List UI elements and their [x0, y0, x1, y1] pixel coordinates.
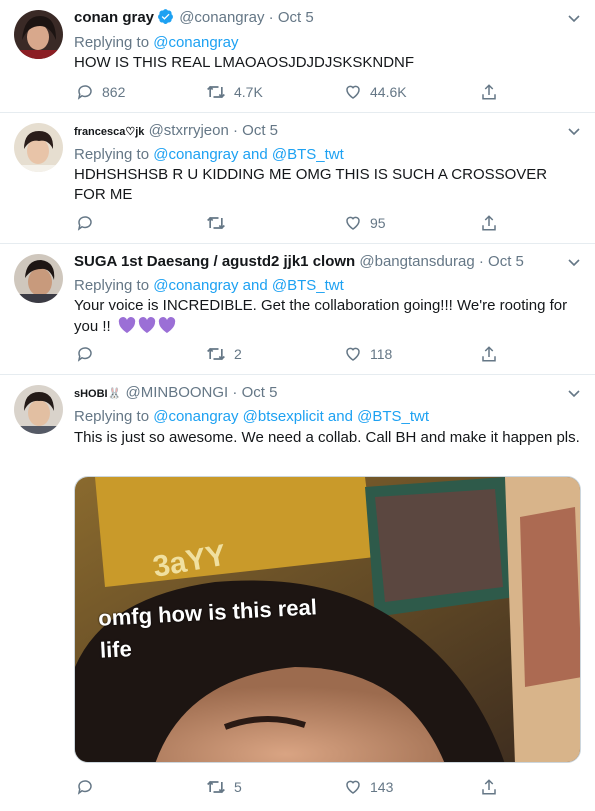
display-name[interactable]: francesca♡jk — [74, 126, 144, 138]
tweet-text: HDHSHSHSB R U KIDDING ME OMG THIS IS SUC… — [74, 166, 548, 203]
replying-to: Replying to @conangray — [74, 34, 239, 51]
tweet-text-container: Your voice is INCREDIBLE. Get the collab… — [74, 296, 581, 337]
avatar[interactable] — [14, 385, 63, 434]
replying-to: Replying to @conangray and @BTS_twt — [74, 277, 344, 294]
like-button[interactable]: 143 — [344, 777, 393, 797]
tweet-text: HOW IS THIS REAL LMAOAOSJDJDJSKSKNDNF — [74, 54, 415, 71]
share-icon — [482, 84, 496, 100]
reply-icon — [77, 85, 92, 100]
timestamp[interactable]: Oct 5 — [278, 9, 314, 26]
tweet-2[interactable]: francesca♡jk @stxrryjeon · Oct 5 Replyin… — [0, 113, 595, 244]
like-icon — [346, 85, 360, 99]
reply-button[interactable] — [76, 213, 102, 233]
reply-mentions[interactable]: @conangray @btsexplicit and @BTS_twt — [153, 408, 429, 425]
timestamp[interactable]: Oct 5 — [488, 253, 524, 270]
share-icon — [482, 215, 496, 231]
reply-count: 862 — [102, 84, 126, 100]
tweet-4[interactable]: sHOBI🐰 @MINBOONGI · Oct 5 Replying to @c… — [0, 375, 595, 811]
like-count: 95 — [370, 215, 386, 231]
caret-down-icon[interactable] — [567, 256, 581, 270]
reply-button[interactable] — [76, 344, 102, 364]
media-caption: omfg how is this real life — [97, 594, 318, 663]
reply-mentions[interactable]: @conangray and @BTS_twt — [153, 277, 344, 294]
action-bar: 862 4.7K 44.6K — [74, 82, 581, 102]
display-name[interactable]: SUGA 1st Daesang / agustd2 jjk1 clown — [74, 253, 355, 270]
avatar[interactable] — [14, 10, 63, 59]
retweet-count: 2 — [234, 346, 242, 362]
purple-heart-emoji-icon — [118, 317, 176, 333]
reply-button[interactable] — [76, 777, 102, 797]
timestamp[interactable]: Oct 5 — [242, 384, 278, 401]
retweet-icon — [207, 85, 225, 99]
share-button[interactable] — [480, 777, 498, 797]
display-name[interactable]: conan gray — [74, 9, 154, 26]
tweet-1[interactable]: conan gray @conangray · Oct 5 Replying t… — [0, 0, 595, 113]
avatar[interactable] — [14, 123, 63, 172]
like-icon — [346, 780, 360, 794]
like-count: 44.6K — [370, 84, 407, 100]
handle[interactable]: @conangray — [179, 9, 264, 26]
retweet-count: 5 — [234, 779, 242, 795]
retweet-button[interactable]: 5 — [206, 777, 242, 797]
handle[interactable]: @bangtansdurag — [359, 253, 474, 270]
reply-icon — [77, 780, 92, 795]
retweet-icon — [207, 780, 225, 794]
display-name[interactable]: sHOBI🐰 — [74, 388, 121, 400]
like-icon — [346, 216, 360, 230]
timestamp[interactable]: Oct 5 — [242, 122, 278, 139]
reply-mentions[interactable]: @conangray and @BTS_twt — [153, 146, 344, 163]
like-icon — [346, 347, 360, 361]
replying-to: Replying to @conangray @btsexplicit and … — [74, 408, 430, 425]
share-button[interactable] — [480, 213, 498, 233]
share-button[interactable] — [480, 344, 498, 364]
tweet-text: This is just so awesome. We need a colla… — [74, 429, 580, 446]
tweet-media-image[interactable]: 3aYY omfg how is this real life — [74, 476, 581, 763]
retweet-count: 4.7K — [234, 84, 263, 100]
like-count: 143 — [370, 779, 394, 795]
caret-down-icon[interactable] — [567, 125, 581, 139]
action-bar: 95 — [74, 213, 581, 233]
reply-icon — [77, 216, 92, 231]
tweet-3[interactable]: SUGA 1st Daesang / agustd2 jjk1 clown @b… — [0, 244, 595, 375]
reply-button[interactable]: 862 — [76, 82, 125, 102]
action-bar: 2 118 — [74, 344, 581, 364]
verified-badge-icon — [158, 9, 173, 24]
share-button[interactable] — [480, 82, 498, 102]
retweet-button[interactable]: 2 — [206, 344, 242, 364]
share-icon — [482, 346, 496, 362]
caret-down-icon[interactable] — [567, 12, 581, 26]
handle[interactable]: @stxrryjeon — [149, 122, 229, 139]
like-button[interactable]: 44.6K — [344, 82, 407, 102]
action-bar: 5 143 — [74, 777, 581, 797]
retweet-icon — [207, 347, 225, 361]
replying-to: Replying to @conangray and @BTS_twt — [74, 146, 344, 163]
reply-icon — [77, 347, 92, 362]
share-icon — [482, 779, 496, 795]
avatar[interactable] — [14, 254, 63, 303]
retweet-button[interactable]: 4.7K — [206, 82, 263, 102]
retweet-icon — [207, 216, 225, 230]
caret-down-icon[interactable] — [567, 387, 581, 401]
like-count: 118 — [370, 346, 393, 362]
reply-mentions[interactable]: @conangray — [153, 34, 238, 51]
like-button[interactable]: 95 — [344, 213, 386, 233]
retweet-button[interactable] — [206, 213, 234, 233]
like-button[interactable]: 118 — [344, 344, 392, 364]
handle[interactable]: @MINBOONGI — [126, 384, 229, 401]
